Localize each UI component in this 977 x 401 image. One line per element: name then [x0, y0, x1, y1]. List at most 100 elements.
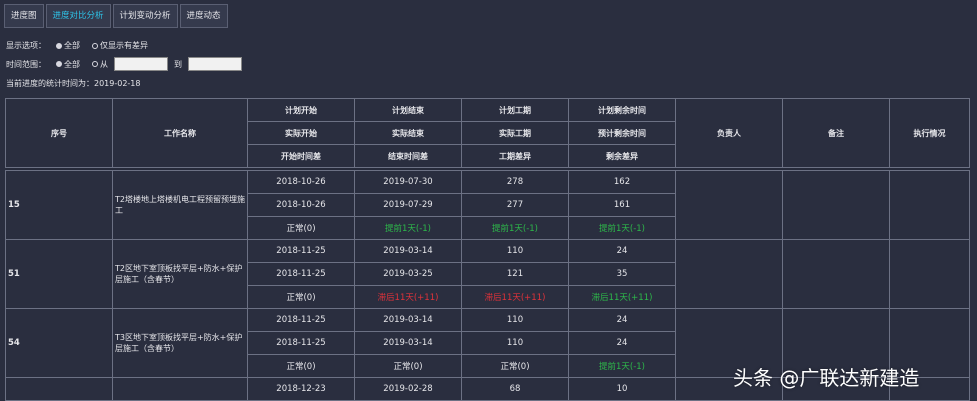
row-task-name [112, 377, 248, 401]
row-seq: 15 [5, 170, 113, 240]
cell-plan-end: 2019-07-30 [354, 170, 462, 194]
cell-owner [675, 239, 783, 309]
header-plan-days: 计划工期 [461, 98, 569, 122]
header-actual-end: 实际结束 [354, 121, 462, 145]
cell-actual-start: 2018-10-26 [247, 193, 355, 217]
progress-table: 序号 工作名称 计划开始 计划结束 计划工期 计划剩余时间 负责人 备注 执行情… [5, 98, 970, 401]
header-start-diff: 开始时间差 [247, 144, 355, 168]
cell-actual-days: 110 [461, 331, 569, 355]
cell-plan-start: 2018-11-25 [247, 239, 355, 263]
radio-dot [56, 42, 62, 49]
cell-plan-days: 110 [461, 308, 569, 332]
radio-label: 全部 [64, 59, 80, 69]
row-task-name: T2区地下室顶板找平层+防水+保护层施工（含春节） [112, 239, 248, 309]
display-options: 显示选项： 全部 仅显示有差异 [6, 40, 160, 51]
cell-remark [782, 239, 890, 309]
row-task-name: T2塔楼地上塔楼机电工程预留预埋施工 [112, 170, 248, 240]
header-name: 工作名称 [112, 98, 248, 168]
radio-dot [56, 61, 62, 67]
cell-owner [675, 170, 783, 240]
cell-start-diff: 正常(0) [247, 354, 355, 378]
cell-days-diff: 提前1天(-1) [461, 216, 569, 240]
cell-plan-start: 2018-12-23 [247, 377, 355, 401]
stat-time: 当前进度的统计时间为：2019-02-18 [6, 79, 141, 88]
time-range: 时间范围： 全部 从 到 [6, 57, 248, 71]
table-row: 54 T3区地下室顶板找平层+防水+保护层施工（含春节） 2018-11-25 … [5, 308, 970, 378]
header-remaining-diff: 剩余差异 [568, 144, 676, 168]
header-status: 执行情况 [889, 98, 970, 168]
watermark: 头条 @广联达新建造 [733, 366, 920, 390]
display-options-label: 显示选项： [6, 41, 46, 50]
tab-progress-comparison[interactable]: 进度对比分析 [45, 4, 111, 28]
cell-plan-days: 110 [461, 239, 569, 263]
radio-label: 从 [100, 59, 108, 69]
radio-label: 仅显示有差异 [100, 41, 148, 50]
cell-plan-remaining: 24 [568, 239, 676, 263]
cell-plan-remaining: 10 [568, 377, 676, 401]
header-seq: 序号 [5, 98, 113, 168]
row-seq: 51 [5, 239, 113, 309]
table-row: 15 T2塔楼地上塔楼机电工程预留预埋施工 2018-10-26 2019-07… [5, 170, 970, 240]
row-seq: 54 [5, 308, 113, 378]
header-owner: 负责人 [675, 98, 783, 168]
cell-actual-days: 277 [461, 193, 569, 217]
cell-status [889, 239, 970, 309]
radio-dot [92, 42, 98, 49]
cell-plan-end: 2019-03-14 [354, 308, 462, 332]
cell-remark [782, 170, 890, 240]
cell-start-diff: 正常(0) [247, 285, 355, 309]
cell-days-diff: 滞后11天(+11) [461, 285, 569, 309]
cell-actual-end: 2019-03-14 [354, 331, 462, 355]
cell-plan-end: 2019-03-14 [354, 239, 462, 263]
radio-display-all[interactable]: 全部 [56, 40, 80, 51]
cell-end-diff: 提前1天(-1) [354, 216, 462, 240]
radio-dot [92, 61, 98, 67]
cell-end-diff: 滞后11天(+11) [354, 285, 462, 309]
cell-status [889, 170, 970, 240]
header-actual-days: 实际工期 [461, 121, 569, 145]
cell-actual-end: 2019-07-29 [354, 193, 462, 217]
tab-plan-change[interactable]: 计划变动分析 [112, 4, 178, 28]
cell-est-remaining: 161 [568, 193, 676, 217]
tab-progress-chart[interactable]: 进度图 [4, 4, 44, 28]
cell-remaining-diff: 滞后11天(+11) [568, 285, 676, 309]
cell-plan-remaining: 162 [568, 170, 676, 194]
row-task-name: T3区地下室顶板找平层+防水+保护层施工（含春节） [112, 308, 248, 378]
cell-plan-remaining: 24 [568, 308, 676, 332]
cell-actual-start: 2018-11-25 [247, 331, 355, 355]
table-row: 51 T2区地下室顶板找平层+防水+保护层施工（含春节） 2018-11-25 … [5, 239, 970, 309]
radio-display-diff[interactable]: 仅显示有差异 [92, 40, 148, 51]
cell-plan-start: 2018-11-25 [247, 308, 355, 332]
cell-actual-days: 121 [461, 262, 569, 286]
cell-actual-start: 2018-11-25 [247, 262, 355, 286]
start-date-input[interactable] [114, 57, 168, 71]
cell-remaining-diff: 提前1天(-1) [568, 216, 676, 240]
cell-est-remaining: 35 [568, 262, 676, 286]
cell-plan-days: 68 [461, 377, 569, 401]
header-plan-end: 计划结束 [354, 98, 462, 122]
header-days-diff: 工期差异 [461, 144, 569, 168]
cell-actual-end: 2019-03-25 [354, 262, 462, 286]
radio-time-from[interactable]: 从 [92, 59, 108, 70]
header-est-remaining: 预计剩余时间 [568, 121, 676, 145]
row-seq [5, 377, 113, 401]
cell-plan-days: 278 [461, 170, 569, 194]
header-actual-start: 实际开始 [247, 121, 355, 145]
cell-remaining-diff: 提前1天(-1) [568, 354, 676, 378]
radio-time-all[interactable]: 全部 [56, 59, 80, 70]
cell-end-diff: 正常(0) [354, 354, 462, 378]
cell-plan-start: 2018-10-26 [247, 170, 355, 194]
header-plan-start: 计划开始 [247, 98, 355, 122]
cell-plan-end: 2019-02-28 [354, 377, 462, 401]
tab-progress-dynamic[interactable]: 进度动态 [179, 4, 228, 28]
header-remark: 备注 [782, 98, 890, 168]
to-label: 到 [174, 59, 182, 69]
cell-est-remaining: 24 [568, 331, 676, 355]
end-date-input[interactable] [188, 57, 242, 71]
cell-start-diff: 正常(0) [247, 216, 355, 240]
cell-days-diff: 正常(0) [461, 354, 569, 378]
radio-label: 全部 [64, 41, 80, 50]
tab-bar: 进度图 进度对比分析 计划变动分析 进度动态 [4, 4, 230, 28]
header-plan-remaining: 计划剩余时间 [568, 98, 676, 122]
header-end-diff: 结束时间差 [354, 144, 462, 168]
